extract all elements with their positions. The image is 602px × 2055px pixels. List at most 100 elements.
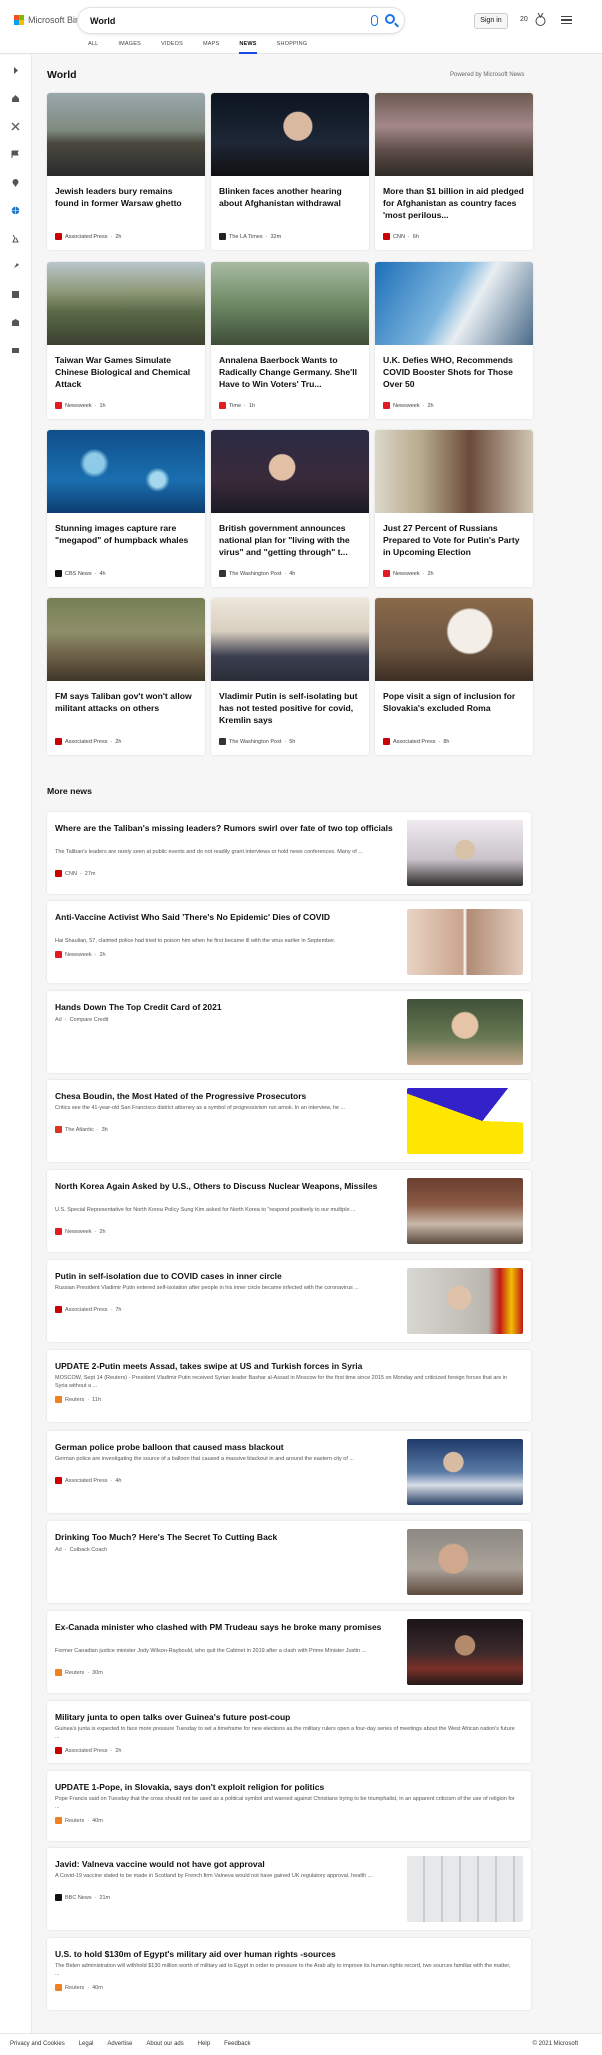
item-headline[interactable]: UPDATE 1-Pope, in Slovakia, says don't e… [55, 1781, 515, 1793]
tab-all[interactable]: ALL [88, 41, 98, 54]
card-thumbnail[interactable] [47, 598, 205, 681]
card-source[interactable]: Time · 1h [219, 402, 255, 409]
sign-in-button[interactable]: Sign in [474, 13, 508, 29]
search-box[interactable]: World [78, 8, 404, 33]
location-icon[interactable] [11, 178, 20, 187]
item-source[interactable]: The Atlantic · 3h [55, 1126, 108, 1133]
flag-icon[interactable] [11, 150, 20, 159]
entertainment-icon[interactable] [11, 290, 20, 299]
news-card-taiwan-wargames[interactable]: Taiwan War Games Simulate Chinese Biolog… [47, 262, 205, 419]
card-thumbnail[interactable] [47, 262, 205, 345]
card-source[interactable]: Newsweek · 2h [383, 570, 434, 577]
item-headline[interactable]: UPDATE 2-Putin meets Assad, takes swipe … [55, 1360, 515, 1372]
bing-logo[interactable]: Microsoft Bing [14, 15, 85, 25]
globe-icon[interactable] [11, 206, 20, 215]
item-headline[interactable]: Putin in self-isolation due to COVID cas… [55, 1270, 395, 1282]
more-news-item-chesa-boudin[interactable]: Chesa Boudin, the Most Hated of the Prog… [47, 1080, 531, 1162]
card-headline[interactable]: Taiwan War Games Simulate Chinese Biolog… [55, 355, 197, 390]
news-card-taliban-fm[interactable]: FM says Taliban gov't won't allow milita… [47, 598, 205, 755]
more-news-item-putin-assad[interactable]: UPDATE 2-Putin meets Assad, takes swipe … [47, 1350, 531, 1422]
more-news-item-putin-isolation[interactable]: Putin in self-isolation due to COVID cas… [47, 1260, 531, 1342]
item-thumbnail[interactable] [407, 1178, 523, 1244]
card-thumbnail[interactable] [211, 262, 369, 345]
card-source[interactable]: CNN · 6h [383, 233, 419, 240]
microphone-icon[interactable] [371, 15, 378, 26]
more-news-item-credit-card-ad[interactable]: Hands Down The Top Credit Card of 2021 A… [47, 991, 531, 1073]
footer-link-help[interactable]: Help [198, 2041, 210, 2047]
item-headline[interactable]: Military junta to open talks over Guinea… [55, 1711, 515, 1723]
ad-source[interactable]: Ad · Compare Credit [55, 1017, 108, 1023]
more-news-item-valneva-vaccine[interactable]: Javid: Valneva vaccine would not have go… [47, 1848, 531, 1930]
item-source[interactable]: Reuters · 11h [55, 1396, 101, 1403]
card-thumbnail[interactable] [211, 93, 369, 176]
item-source[interactable]: BBC News · 21m [55, 1894, 110, 1901]
card-headline[interactable]: U.K. Defies WHO, Recommends COVID Booste… [383, 355, 525, 390]
collapse-icon[interactable] [11, 66, 20, 75]
card-source[interactable]: CBS News · 4h [55, 570, 106, 577]
card-headline[interactable]: Jewish leaders bury remains found in for… [55, 186, 197, 210]
item-thumbnail[interactable] [407, 999, 523, 1065]
item-source[interactable]: Associated Press · 2h [55, 1747, 121, 1754]
item-thumbnail[interactable] [407, 1529, 523, 1595]
card-headline[interactable]: More than $1 billion in aid pledged for … [383, 186, 525, 221]
search-icon[interactable] [385, 14, 395, 24]
item-thumbnail[interactable] [407, 1439, 523, 1505]
tab-news[interactable]: NEWS [239, 41, 257, 54]
more-news-item-german-balloon[interactable]: German police probe balloon that caused … [47, 1431, 531, 1513]
item-thumbnail[interactable] [407, 820, 523, 886]
card-thumbnail[interactable] [211, 598, 369, 681]
item-source[interactable]: CNN · 27m [55, 870, 95, 877]
news-card-blinken-hearing[interactable]: Blinken faces another hearing about Afgh… [211, 93, 369, 250]
footer-link-legal[interactable]: Legal [79, 2041, 94, 2047]
news-card-afghan-aid[interactable]: More than $1 billion in aid pledged for … [375, 93, 533, 250]
building-icon[interactable] [11, 318, 20, 327]
card-thumbnail[interactable] [375, 430, 533, 513]
card-source[interactable]: Associated Press · 8h [383, 738, 449, 745]
tab-images[interactable]: IMAGES [118, 41, 141, 54]
news-card-pope-slovakia[interactable]: Pope visit a sign of inclusion for Slova… [375, 598, 533, 755]
rocket-icon[interactable] [11, 262, 20, 271]
card-headline[interactable]: Stunning images capture rare "megapod" o… [55, 523, 197, 547]
tab-shopping[interactable]: SHOPPING [277, 41, 308, 54]
item-headline[interactable]: North Korea Again Asked by U.S., Others … [55, 1180, 395, 1192]
item-headline[interactable]: German police probe balloon that caused … [55, 1441, 395, 1453]
science-icon[interactable] [11, 234, 20, 243]
item-thumbnail[interactable] [407, 1088, 523, 1154]
item-headline[interactable]: Anti-Vaccine Activist Who Said 'There's … [55, 911, 395, 923]
card-thumbnail[interactable] [375, 598, 533, 681]
rewards-count[interactable]: 20 [520, 16, 528, 23]
card-headline[interactable]: Annalena Baerbock Wants to Radically Cha… [219, 355, 361, 390]
rewards-medal-icon[interactable] [535, 13, 546, 27]
ad-source[interactable]: Ad · Cutback Coach [55, 1547, 107, 1553]
item-thumbnail[interactable] [407, 1619, 523, 1685]
more-news-item-guinea-junta[interactable]: Military junta to open talks over Guinea… [47, 1701, 531, 1763]
tools-icon[interactable] [11, 122, 20, 131]
more-news-item-pope-religion[interactable]: UPDATE 1-Pope, in Slovakia, says don't e… [47, 1771, 531, 1841]
card-headline[interactable]: Just 27 Percent of Russians Prepared to … [383, 523, 525, 558]
news-card-uk-booster[interactable]: U.K. Defies WHO, Recommends COVID Booste… [375, 262, 533, 419]
item-source[interactable]: Reuters · 40m [55, 1817, 103, 1824]
card-source[interactable]: Newsweek · 1h [55, 402, 106, 409]
powered-by-label[interactable]: Powered by Microsoft News [450, 72, 524, 78]
item-headline[interactable]: Where are the Taliban's missing leaders?… [55, 822, 395, 834]
item-headline[interactable]: U.S. to hold $130m of Egypt's military a… [55, 1948, 515, 1960]
item-source[interactable]: Associated Press · 4h [55, 1477, 121, 1484]
item-source[interactable]: Newsweek · 2h [55, 1228, 106, 1235]
card-thumbnail[interactable] [375, 93, 533, 176]
card-thumbnail[interactable] [375, 262, 533, 345]
card-source[interactable]: Newsweek · 2h [383, 402, 434, 409]
more-news-item-north-korea[interactable]: North Korea Again Asked by U.S., Others … [47, 1170, 531, 1252]
card-thumbnail[interactable] [211, 430, 369, 513]
card-source[interactable]: Associated Press · 2h [55, 738, 121, 745]
more-news-item-taliban-leaders[interactable]: Where are the Taliban's missing leaders?… [47, 812, 531, 894]
card-source[interactable]: Associated Press · 2h [55, 233, 121, 240]
item-source[interactable]: Newsweek · 2h [55, 951, 106, 958]
news-card-baerbock[interactable]: Annalena Baerbock Wants to Radically Cha… [211, 262, 369, 419]
item-thumbnail[interactable] [407, 1268, 523, 1334]
news-card-uk-covid-plan[interactable]: British government announces national pl… [211, 430, 369, 587]
news-card-humpback-whales[interactable]: Stunning images capture rare "megapod" o… [47, 430, 205, 587]
footer-link-about-ads[interactable]: About our ads [146, 2041, 183, 2047]
item-thumbnail[interactable] [407, 1856, 523, 1922]
card-headline[interactable]: Blinken faces another hearing about Afgh… [219, 186, 361, 210]
card-headline[interactable]: Pope visit a sign of inclusion for Slova… [383, 691, 525, 715]
